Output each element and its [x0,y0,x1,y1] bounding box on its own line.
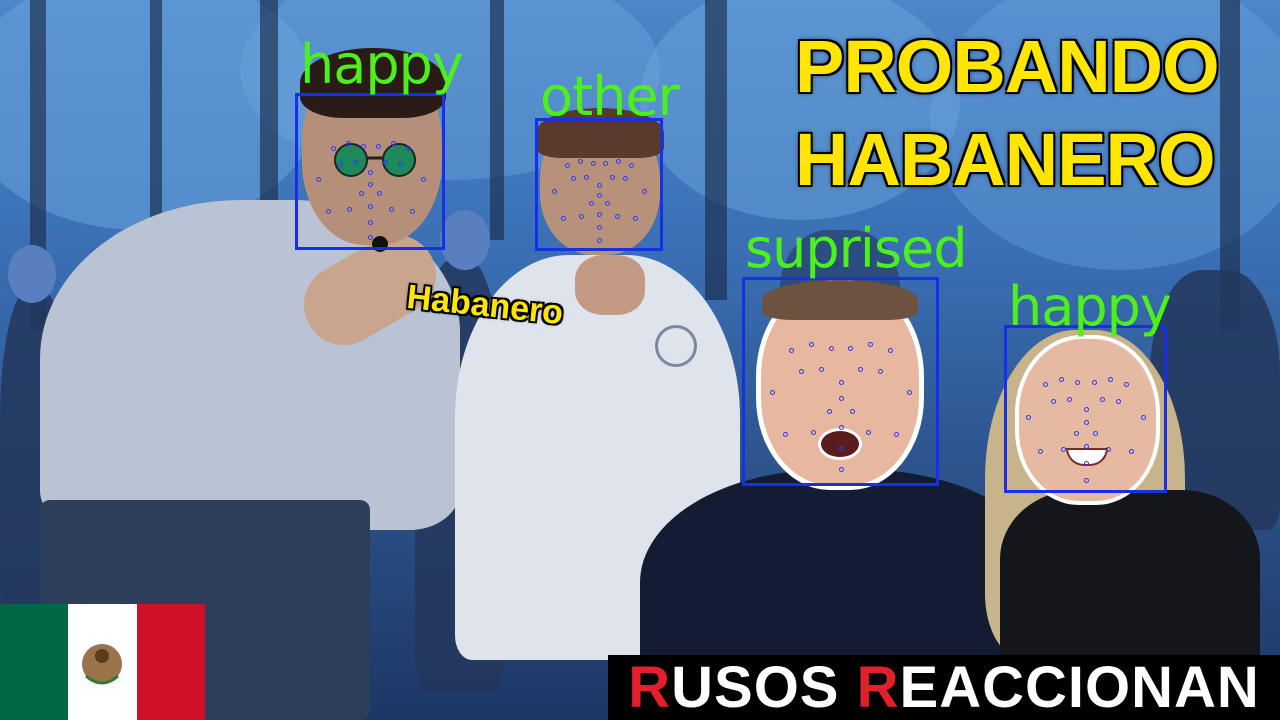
landmark-point [345,141,351,147]
landmark-point [1083,443,1089,449]
landmark-point [1093,430,1099,436]
landmark-point [818,366,824,372]
landmark-point [877,369,883,375]
landmark-point [1116,398,1122,404]
landmark-point [368,219,373,225]
landmark-point [609,174,615,180]
landmark-point [629,162,634,168]
caption-initial-2: R [856,655,900,720]
landmark-point [838,396,844,402]
landmark-point [565,162,570,168]
school-emblem-icon [655,325,697,367]
landmark-point [1083,477,1089,483]
landmark-point [632,215,638,221]
landmark-point [405,145,411,151]
emotion-label-3: suprised [745,217,967,280]
landmark-point [604,201,610,207]
landmark-point [1083,460,1089,466]
landmark-point [360,144,366,150]
emotion-label-1: happy [300,33,464,96]
landmark-point [1050,398,1056,404]
landmark-point [368,204,373,210]
landmark-point [597,182,602,188]
landmark-point [838,467,844,473]
landmark-point [616,158,622,164]
landmark-point [893,431,899,437]
landmark-point [338,161,343,167]
tree-trunk [490,0,504,240]
landmark-point [828,346,834,352]
caption-word-2: EACCIONAN [899,655,1260,720]
landmark-point [1042,381,1048,387]
landmark-point [375,144,381,150]
landmark-point [769,389,775,395]
landmark-point [330,145,336,151]
landmark-point [810,429,816,435]
landmark-point [315,177,321,183]
boy-hand [575,255,645,315]
landmark-point [838,446,844,452]
caption-word-1: USOS [671,655,857,720]
mexico-flag-icon [0,604,205,720]
landmark-point [420,177,426,183]
landmark-point [1037,449,1043,454]
landmark-point [641,189,647,195]
landmark-point [326,208,331,214]
landmark-point [808,341,814,347]
landmark-point [390,141,396,147]
landmark-point [1091,380,1097,386]
landmark-point [577,158,583,164]
landmark-point [622,175,628,181]
landmark-point [597,211,602,217]
caption-initial-1: R [628,655,672,720]
landmark-point [887,348,893,354]
emotion-label-2: other [540,65,680,128]
landmark-point [1083,407,1089,412]
landmark-point [838,379,844,385]
landmark-point [590,161,596,167]
background-person-head [440,210,490,270]
landmark-point [1099,396,1105,402]
landmark-point [826,408,832,414]
landmark-point [410,208,415,214]
caption-bar: RUSOS REACCIONAN [608,655,1280,720]
landmark-point [1073,430,1079,436]
emotion-label-4: happy [1008,275,1172,338]
title-line-2: HABANERO [795,118,1216,201]
video-thumbnail: happy other suprised happy PROBANDO HABA… [0,0,1280,720]
landmark-point [398,161,403,167]
landmark-point [584,174,590,180]
landmark-point [561,215,567,221]
background-person-head [8,245,56,303]
landmark-point [868,341,874,347]
title-line-1: PROBANDO [795,25,1220,108]
landmark-point [866,429,872,435]
landmark-point [1059,376,1065,382]
landmark-point [368,169,373,175]
tree-trunk [705,0,727,300]
landmark-point [1107,376,1113,382]
